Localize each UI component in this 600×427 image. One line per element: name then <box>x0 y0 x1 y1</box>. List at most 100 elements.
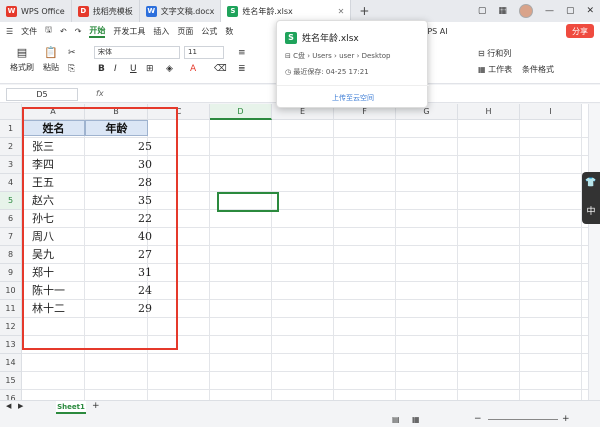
row-header-2[interactable]: 2 <box>0 138 22 156</box>
tab-word-doc[interactable]: W 文字文稿.docx <box>140 0 222 22</box>
row-header-9[interactable]: 9 <box>0 264 22 282</box>
sheet-icon: S <box>227 5 239 17</box>
row-header-8[interactable]: 8 <box>0 246 22 264</box>
row-header-6[interactable]: 6 <box>0 210 22 228</box>
align-icon[interactable]: ≡ <box>238 48 246 58</box>
row-header-5[interactable]: 5 <box>0 192 22 210</box>
tab-sheet[interactable]: S 姓名年龄.xlsx ✕ <box>221 0 352 22</box>
active-cell-d5[interactable] <box>217 192 279 212</box>
row-header-12[interactable]: 12 <box>0 318 22 336</box>
restore-icon[interactable]: ▢ <box>478 6 487 16</box>
share-button[interactable]: 分享 <box>566 24 594 38</box>
view-normal-icon[interactable]: ▤ <box>392 415 400 424</box>
menu-insert[interactable]: 插入 <box>153 26 169 37</box>
popup-path[interactable]: ⊟ C盘 › Users › user › Desktop <box>285 51 390 61</box>
close-icon[interactable]: ✕ <box>586 6 594 16</box>
cond-format-button[interactable]: 条件格式 <box>522 64 554 75</box>
column-header-d[interactable]: D <box>210 104 272 120</box>
minimize-icon[interactable]: — <box>545 6 554 16</box>
popup-divider <box>277 85 429 86</box>
zoom-in-icon[interactable]: + <box>562 414 570 424</box>
align-center-icon[interactable]: ≣ <box>238 64 246 74</box>
side-widget[interactable]: 👕 中 <box>582 172 600 224</box>
border-icon[interactable]: ⊞ <box>146 64 154 74</box>
copy-icon[interactable]: ⎘ <box>68 64 75 74</box>
tab-wps-office[interactable]: W WPS Office <box>0 0 72 22</box>
row-header-14[interactable]: 14 <box>0 354 22 372</box>
column-header-h[interactable]: H <box>458 104 520 120</box>
menu-icon[interactable]: ☰ <box>6 27 13 36</box>
grid-icon[interactable]: ▦ <box>498 6 507 16</box>
sheet-tab-bar: ◀ ▶ Sheet1 + <box>0 400 600 414</box>
file-info-popup: S 姓名年龄.xlsx ⊟ C盘 › Users › user › Deskto… <box>276 20 429 108</box>
row-header-4[interactable]: 4 <box>0 174 22 192</box>
font-size-value: 11 <box>188 48 197 56</box>
font-size-select[interactable]: 11 <box>184 46 224 59</box>
cell-ref: D5 <box>36 90 48 99</box>
side-widget-label: 中 <box>586 207 596 217</box>
cut-icon[interactable]: ✂ <box>68 48 76 58</box>
spreadsheet-grid[interactable]: A B C D E F G H I 1 2 3 4 5 6 7 8 9 10 11 12 13 14 15 16 姓名 年龄 张三 25… <box>0 104 588 400</box>
redo-icon[interactable]: ↷ <box>75 27 82 36</box>
worksheet-icon: ▦ <box>478 65 489 74</box>
view-page-icon[interactable]: ▦ <box>412 415 420 424</box>
last-sheet-icon[interactable]: ▶ <box>18 402 23 410</box>
row-col-button[interactable]: ⊟ 行和列 <box>478 48 511 59</box>
window-controls: ▢ ▦ — ▢ ✕ <box>478 4 594 18</box>
format-painter-button[interactable]: ▤ 格式刷 <box>10 46 34 73</box>
row-header-13[interactable]: 13 <box>0 336 22 354</box>
save-icon[interactable]: 🖫 <box>45 24 52 38</box>
row-header-16[interactable]: 16 <box>0 390 22 400</box>
zoom-slider[interactable] <box>488 419 558 420</box>
row-header-1[interactable]: 1 <box>0 120 22 138</box>
italic-icon[interactable]: I <box>114 64 117 74</box>
folder-icon: ⊟ <box>285 52 294 60</box>
menu-home[interactable]: 开始 <box>89 25 106 38</box>
bold-icon[interactable]: B <box>98 64 105 74</box>
font-color-icon[interactable]: A <box>190 64 196 74</box>
row-header-11[interactable]: 11 <box>0 300 22 318</box>
row-header-3[interactable]: 3 <box>0 156 22 174</box>
worksheet-button[interactable]: ▦ 工作表 <box>478 64 512 75</box>
popup-filename: 姓名年龄.xlsx <box>302 34 359 44</box>
grid-vline <box>581 120 582 400</box>
clear-icon[interactable]: ⌫ <box>214 64 227 74</box>
column-header-i[interactable]: I <box>520 104 582 120</box>
wps-logo-icon: W <box>6 5 17 17</box>
maximize-icon[interactable]: ▢ <box>566 6 575 16</box>
add-sheet-icon[interactable]: + <box>92 401 100 411</box>
menu-data[interactable]: 数 <box>225 26 233 37</box>
grid-hline <box>22 389 588 390</box>
grid-vline <box>271 120 272 400</box>
tab-docer[interactable]: D 找稻壳模板 <box>72 0 140 22</box>
underline-icon[interactable]: U <box>130 64 137 74</box>
row-header-15[interactable]: 15 <box>0 372 22 390</box>
first-sheet-icon[interactable]: ◀ <box>6 402 11 410</box>
menu-formula[interactable]: 公式 <box>201 26 217 37</box>
tab-label: 姓名年龄.xlsx <box>242 6 293 16</box>
avatar[interactable] <box>518 4 533 18</box>
menu-developer[interactable]: 开发工具 <box>113 26 145 37</box>
zoom-out-icon[interactable]: − <box>474 414 482 424</box>
sheet-tab-sheet1[interactable]: Sheet1 <box>56 401 86 414</box>
worksheet-label: 工作表 <box>488 65 513 74</box>
font-value: 宋体 <box>98 48 112 56</box>
fx-icon[interactable]: fx <box>96 89 104 98</box>
upload-cloud-link[interactable]: 上传至云空间 <box>277 93 429 103</box>
row-header-7[interactable]: 7 <box>0 228 22 246</box>
font-select[interactable]: 宋体 <box>94 46 180 59</box>
menu-page[interactable]: 页面 <box>177 26 193 37</box>
fill-color-icon[interactable]: ◈ <box>166 64 173 74</box>
menu-file[interactable]: 文件 <box>21 26 37 37</box>
close-icon[interactable]: ✕ <box>338 7 345 16</box>
paste-button[interactable]: 📋 粘贴 <box>40 46 62 73</box>
name-box[interactable]: D5 <box>6 88 78 101</box>
tab-bar: W WPS Office D 找稻壳模板 W 文字文稿.docx S 姓名年龄.… <box>0 0 600 22</box>
new-tab-icon[interactable]: + <box>359 4 369 18</box>
grid-vline <box>333 120 334 400</box>
row-header-10[interactable]: 10 <box>0 282 22 300</box>
vertical-scrollbar[interactable] <box>588 104 600 400</box>
undo-icon[interactable]: ↶ <box>60 27 67 36</box>
popup-title: S 姓名年龄.xlsx <box>285 31 359 44</box>
select-all-corner[interactable] <box>0 104 22 120</box>
